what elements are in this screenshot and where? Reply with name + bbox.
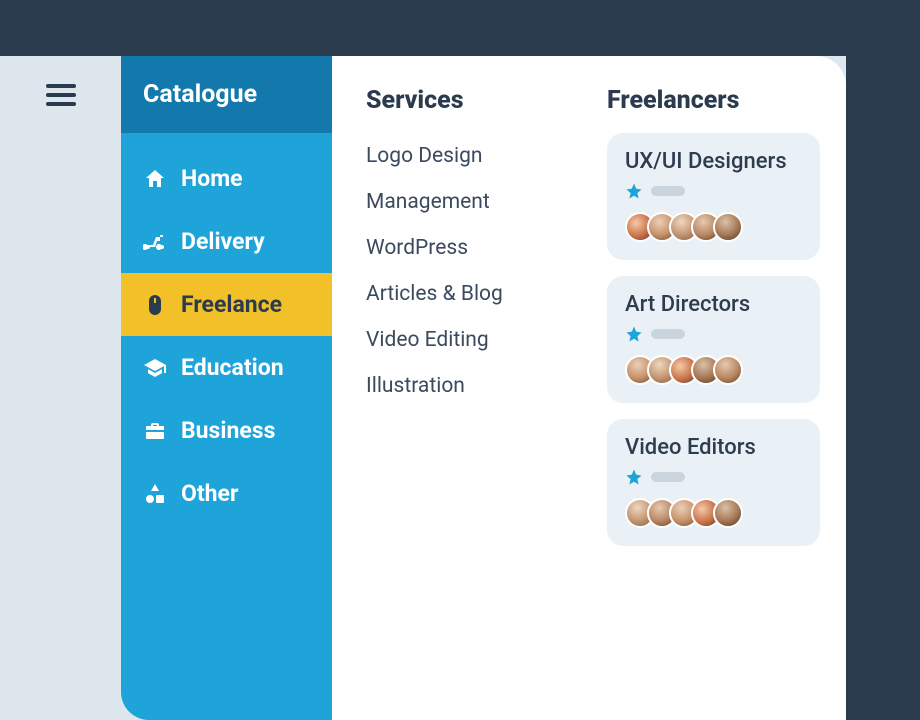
- top-banner: [0, 0, 920, 56]
- sidebar-title: Catalogue: [121, 56, 332, 133]
- sidebar-item-label: Business: [181, 417, 275, 444]
- sidebar-item-label: Home: [181, 165, 243, 192]
- right-banner: [846, 0, 920, 720]
- rating-bar: [651, 186, 685, 196]
- mouse-icon: [143, 293, 167, 317]
- hamburger-menu-button[interactable]: [46, 84, 76, 106]
- avatar-group: [625, 355, 802, 385]
- sidebar-item-label: Delivery: [181, 228, 265, 255]
- sidebar-item-label: Freelance: [181, 291, 282, 318]
- rating-row: [625, 182, 802, 200]
- freelancers-column: Freelancers UX/UI Designers Art Director…: [607, 86, 820, 720]
- avatar-group: [625, 212, 802, 242]
- service-item[interactable]: Articles & Blog: [366, 271, 579, 317]
- sidebar-item-label: Education: [181, 354, 284, 381]
- sidebar-item-delivery[interactable]: Delivery: [121, 210, 332, 273]
- scooter-icon: [143, 230, 167, 254]
- rating-row: [625, 325, 802, 343]
- sidebar-item-other[interactable]: Other: [121, 462, 332, 525]
- sidebar-item-education[interactable]: Education: [121, 336, 332, 399]
- app-panel: Catalogue Home Delivery Freelance: [0, 56, 846, 720]
- sidebar: Catalogue Home Delivery Freelance: [121, 56, 332, 720]
- card-title: UX/UI Designers: [625, 149, 802, 174]
- avatar: [713, 498, 743, 528]
- briefcase-icon: [143, 419, 167, 443]
- home-icon: [143, 167, 167, 191]
- rating-bar: [651, 329, 685, 339]
- service-item[interactable]: Video Editing: [366, 317, 579, 363]
- service-item[interactable]: Management: [366, 179, 579, 225]
- freelancer-card[interactable]: UX/UI Designers: [607, 133, 820, 260]
- rating-row: [625, 468, 802, 486]
- rating-bar: [651, 472, 685, 482]
- menu-column: [0, 56, 121, 720]
- sidebar-item-home[interactable]: Home: [121, 147, 332, 210]
- services-column: Services Logo Design Management WordPres…: [366, 86, 579, 720]
- graduation-icon: [143, 356, 167, 380]
- star-icon: [625, 325, 643, 343]
- avatar: [713, 355, 743, 385]
- services-list: Logo Design Management WordPress Article…: [366, 133, 579, 409]
- freelancers-heading: Freelancers: [607, 86, 820, 115]
- star-icon: [625, 182, 643, 200]
- services-heading: Services: [366, 86, 579, 115]
- avatar: [713, 212, 743, 242]
- card-title: Video Editors: [625, 435, 802, 460]
- card-title: Art Directors: [625, 292, 802, 317]
- sidebar-item-label: Other: [181, 480, 238, 507]
- avatar-group: [625, 498, 802, 528]
- content-area: Services Logo Design Management WordPres…: [332, 56, 846, 720]
- sidebar-item-freelance[interactable]: Freelance: [121, 273, 332, 336]
- sidebar-item-business[interactable]: Business: [121, 399, 332, 462]
- star-icon: [625, 468, 643, 486]
- service-item[interactable]: Illustration: [366, 363, 579, 409]
- freelancer-card[interactable]: Art Directors: [607, 276, 820, 403]
- service-item[interactable]: Logo Design: [366, 133, 579, 179]
- freelancer-card[interactable]: Video Editors: [607, 419, 820, 546]
- service-item[interactable]: WordPress: [366, 225, 579, 271]
- sidebar-items: Home Delivery Freelance Education: [121, 133, 332, 525]
- shapes-icon: [143, 482, 167, 506]
